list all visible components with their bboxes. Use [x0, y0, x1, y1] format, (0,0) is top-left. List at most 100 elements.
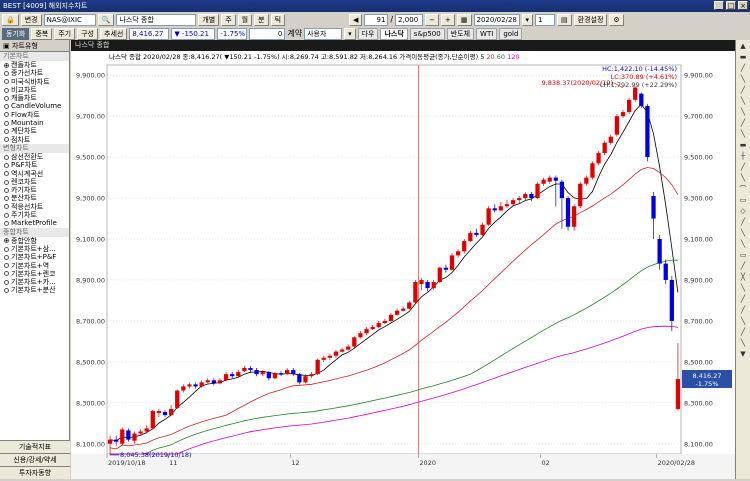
- period-button[interactable]: 주기: [54, 27, 76, 40]
- sidebar-item[interactable]: P&F차트: [0, 161, 69, 169]
- technical-indicator-button[interactable]: 기술적지표: [0, 440, 70, 453]
- drawing-tool-icon[interactable]: ╱: [738, 118, 749, 128]
- trendline-button[interactable]: 추세선: [100, 27, 128, 40]
- drawing-tool-icon[interactable]: ⌒: [738, 184, 749, 194]
- chevron-down-icon[interactable]: ▾: [344, 27, 356, 40]
- period-minute[interactable]: 분: [254, 13, 269, 26]
- sidebar-item[interactable]: 삼선전환도: [0, 153, 69, 161]
- tab-nasdaq[interactable]: 나스닥: [380, 27, 408, 40]
- sidebar-item[interactable]: 기본차트+P&F: [0, 253, 69, 261]
- sidebar-item[interactable]: 기본차트+삼...: [0, 245, 69, 253]
- zoom-out-icon[interactable]: −: [425, 13, 439, 26]
- sidebar-item[interactable]: 주기차트: [0, 211, 69, 219]
- count-input[interactable]: 91: [364, 13, 389, 26]
- drawing-tool-icon[interactable]: ╲: [738, 338, 749, 348]
- symbol-input[interactable]: NAS@IXIC: [43, 13, 96, 26]
- drawing-tool-icon[interactable]: ╱: [738, 305, 749, 315]
- sidebar-item[interactable]: 캔들차트: [0, 61, 69, 69]
- drawing-tool-icon[interactable]: ╲: [738, 96, 749, 106]
- calendar-icon[interactable]: ▦: [456, 13, 472, 26]
- drawing-tool-icon[interactable]: ╲: [738, 228, 749, 238]
- tab-wti[interactable]: WTI: [476, 27, 498, 40]
- sidebar-item[interactable]: 카기차트: [0, 186, 69, 194]
- price-chart[interactable]: 9,900.00 9,900.00 9,700.00 9,700.00 9,500.00…: [71, 51, 735, 479]
- drawing-tool-icon[interactable]: ▬: [738, 52, 749, 62]
- prev-icon[interactable]: ◀: [349, 13, 363, 26]
- drawing-tool-icon[interactable]: ╳: [738, 272, 749, 282]
- sidebar-item[interactable]: 계단차트: [0, 127, 69, 135]
- period-individual[interactable]: 개별: [198, 13, 220, 26]
- drawing-tool-icon[interactable]: ▲: [738, 41, 749, 51]
- gear-icon[interactable]: ⚙: [609, 13, 624, 26]
- minimize-button[interactable]: _: [714, 1, 724, 10]
- sidebar-item[interactable]: 종가선차트: [0, 69, 69, 77]
- drawing-tool-icon[interactable]: ▬: [738, 140, 749, 150]
- sidebar-item[interactable]: 렌코차트: [0, 178, 69, 186]
- drawing-tool-icon[interactable]: ╱: [738, 63, 749, 73]
- sidebar-item[interactable]: 기본차트+역: [0, 262, 69, 270]
- drawing-tool-icon[interactable]: ╲: [738, 74, 749, 84]
- sidebar-item[interactable]: CandleVolume: [0, 102, 69, 110]
- drawing-tool-icon[interactable]: ╲: [738, 283, 749, 293]
- drawing-tool-icon[interactable]: ╱: [738, 85, 749, 95]
- credit-button[interactable]: 신용/강세/약세: [0, 453, 70, 466]
- total-input[interactable]: 2,000: [395, 13, 424, 26]
- drawing-tool-icon[interactable]: ╲: [738, 239, 749, 249]
- date-input[interactable]: 2020/02/28: [473, 13, 520, 26]
- close-button[interactable]: ×: [738, 1, 748, 10]
- sidebar-item[interactable]: 적응선차트: [0, 203, 69, 211]
- chart-type-header[interactable]: ▣ 차트유형: [0, 40, 69, 52]
- sidebar-item[interactable]: 비교차트: [0, 86, 69, 94]
- drawing-tool-icon[interactable]: ▭: [738, 250, 749, 260]
- sidebar-item[interactable]: 분산차트: [0, 194, 69, 202]
- period-week[interactable]: 주: [221, 13, 236, 26]
- tab-dow[interactable]: 다우: [357, 27, 379, 40]
- sidebar-item[interactable]: 미국식바차트: [0, 78, 69, 86]
- drawing-tool-icon[interactable]: ╱: [738, 217, 749, 227]
- drawing-tool-icon[interactable]: ◇: [738, 206, 749, 216]
- maximize-button[interactable]: □: [726, 1, 736, 10]
- sidebar-item[interactable]: 기본차트+분산: [0, 286, 69, 294]
- drawing-tool-icon[interactable]: ╱: [738, 327, 749, 337]
- mode-button[interactable]: 변경: [20, 13, 42, 26]
- sync-button[interactable]: 동기화: [2, 27, 30, 40]
- sidebar-item[interactable]: Flow차트: [0, 111, 69, 119]
- drawing-tool-icon[interactable]: ╱: [738, 162, 749, 172]
- zoom-in-icon[interactable]: +: [441, 13, 455, 26]
- settings-button[interactable]: 환경설정: [573, 13, 608, 26]
- sidebar-item[interactable]: MarketProfile: [0, 219, 69, 227]
- overlap-button[interactable]: 중복: [31, 27, 53, 40]
- period-tick[interactable]: 틱: [270, 13, 286, 26]
- sidebar-item[interactable]: 캐들차트: [0, 94, 69, 102]
- drawing-tool-icon[interactable]: ╲: [738, 173, 749, 183]
- drawing-tool-icon[interactable]: ▭: [738, 195, 749, 205]
- period-month[interactable]: 월: [237, 13, 253, 26]
- tab-gold[interactable]: gold: [499, 27, 523, 40]
- last-change-label: -1.75%: [696, 380, 719, 388]
- drawing-tool-icon[interactable]: ╲: [738, 316, 749, 326]
- drawing-tool-icon[interactable]: ╲: [738, 129, 749, 139]
- grid-icon[interactable]: ▤: [557, 13, 572, 26]
- candle-body: [413, 282, 418, 303]
- drawing-tool-icon[interactable]: ╱: [738, 261, 749, 271]
- lock-icon-button[interactable]: 🔒: [2, 13, 19, 26]
- drawing-tool-icon[interactable]: ▼: [738, 349, 749, 359]
- sidebar-item[interactable]: 점차트: [0, 136, 69, 144]
- sidebar-item[interactable]: Mountain: [0, 119, 69, 127]
- chevron-down-icon[interactable]: ▾: [521, 13, 534, 26]
- chart-canvas[interactable]: 9,900.00 9,900.00 9,700.00 9,700.00 9,500.00…: [71, 51, 735, 479]
- sidebar-item[interactable]: 역시계곡선: [0, 170, 69, 178]
- drawing-tool-icon[interactable]: ╱: [738, 294, 749, 304]
- drawing-tool-icon[interactable]: ┼: [738, 151, 749, 161]
- sidebar-item[interactable]: 종합안함: [0, 237, 69, 245]
- tab-sp500[interactable]: s&p500: [409, 27, 445, 40]
- sidebar-item[interactable]: 기본차트+카...: [0, 278, 69, 286]
- drawing-tool-icon[interactable]: ╲: [738, 107, 749, 117]
- multiplier-input[interactable]: 1: [535, 13, 556, 26]
- layout-button[interactable]: 구성: [77, 27, 98, 40]
- investor-trend-button[interactable]: 투자자동향: [0, 466, 70, 479]
- sidebar-item[interactable]: 기본차트+렌코: [0, 270, 69, 278]
- search-icon[interactable]: 🔍: [97, 13, 115, 26]
- user-select[interactable]: 사용자: [304, 27, 343, 40]
- tab-semiconductor[interactable]: 반도체: [446, 27, 475, 40]
